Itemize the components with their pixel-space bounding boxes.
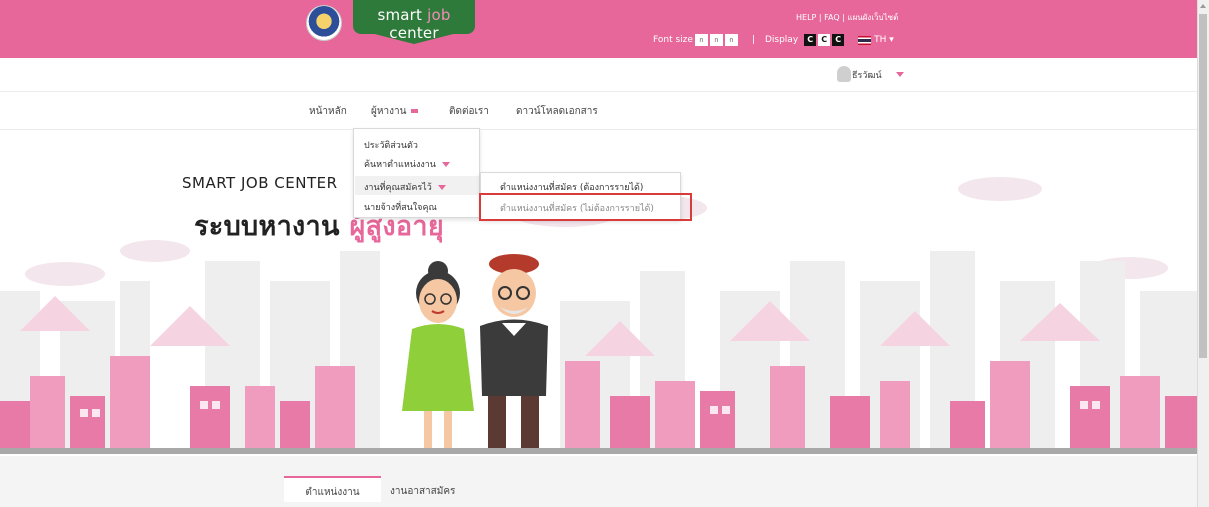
controls-divider: | [751, 35, 755, 45]
tab-volunteer[interactable]: งานอาสาสมัคร [390, 484, 455, 499]
user-menu-caret-icon[interactable] [896, 72, 904, 77]
display-contrast-button[interactable]: C [832, 34, 845, 46]
display-dark-button[interactable]: C [804, 34, 817, 46]
hero-title-thai-main: ระบบหางาน [194, 211, 350, 242]
menu-item-profile[interactable]: ประวัติส่วนตัว [364, 138, 418, 152]
display-light-button[interactable]: C [818, 34, 831, 46]
nav-home[interactable]: หน้าหลัก [309, 104, 347, 119]
submenu-caret-icon [437, 185, 446, 190]
logo-text-smart: smart [377, 6, 428, 24]
nav-job-seeker[interactable]: ผู้หางาน [371, 104, 419, 119]
scroll-up-arrow-icon[interactable] [1200, 4, 1206, 8]
menu-item-applied-jobs[interactable]: งานที่คุณสมัครไว้ [364, 180, 446, 194]
nav-contact[interactable]: ติดต่อเรา [449, 104, 489, 119]
help-faq-sitemap-links[interactable]: HELP | FAQ | แผนผังเว็บไซต์ [796, 11, 898, 24]
font-size-large-button[interactable]: ก [724, 34, 738, 46]
font-size-small-button[interactable]: ก [694, 34, 708, 46]
user-avatar-icon[interactable] [837, 66, 851, 82]
scrollbar-thumb[interactable] [1199, 14, 1207, 358]
hero-title-english: SMART JOB CENTER [182, 174, 338, 192]
accessibility-controls: Font size ก ก ก | Display C C C TH ▾ [653, 34, 894, 46]
logo-text-center: center [389, 24, 439, 42]
language-selector[interactable]: TH ▾ [874, 35, 894, 45]
menu-item-search-jobs-label: ค้นหาตำแหน่งงาน [364, 160, 436, 170]
highlight-annotation-box [479, 193, 692, 221]
tab-bar [0, 456, 1197, 507]
nav-download[interactable]: ดาวน์โหลดเอกสาร [516, 104, 598, 119]
main-nav [0, 93, 1197, 130]
smart-job-center-logo[interactable]: smart job center [353, 0, 475, 46]
ground-strip [0, 448, 1197, 454]
menu-item-search-jobs[interactable]: ค้นหาตำแหน่งงาน [364, 157, 450, 171]
logo-text-job: job [427, 6, 451, 24]
submenu-item-need-income[interactable]: ตำแหน่งงานที่สมัคร (ต้องการรายได้) [500, 180, 643, 194]
elderly-man-illustration [480, 254, 548, 454]
logo-text: smart job center [353, 6, 475, 42]
top-header [0, 0, 1197, 58]
government-seal-logo[interactable] [306, 5, 342, 41]
nav-job-seeker-label: ผู้หางาน [371, 106, 407, 117]
display-label: Display [764, 35, 799, 45]
menu-item-interested-employers[interactable]: นายจ้างที่สนใจคุณ [364, 200, 437, 214]
user-bar [0, 58, 1197, 92]
elderly-woman-illustration [402, 261, 474, 454]
thai-flag-icon [858, 35, 872, 45]
submenu-caret-icon [441, 162, 450, 167]
menu-item-applied-jobs-label: งานที่คุณสมัครไว้ [364, 183, 432, 193]
tab-positions[interactable]: ตำแหน่งงาน [284, 476, 381, 502]
font-size-label: Font size [653, 35, 693, 45]
user-name-menu[interactable]: ธีรวัฒน์ [852, 68, 882, 82]
job-seeker-dropdown: ประวัติส่วนตัว ค้นหาตำแหน่งงาน งานที่คุณ… [353, 128, 480, 218]
nav-dropdown-indicator-icon [411, 109, 419, 113]
font-size-medium-button[interactable]: ก [709, 34, 723, 46]
